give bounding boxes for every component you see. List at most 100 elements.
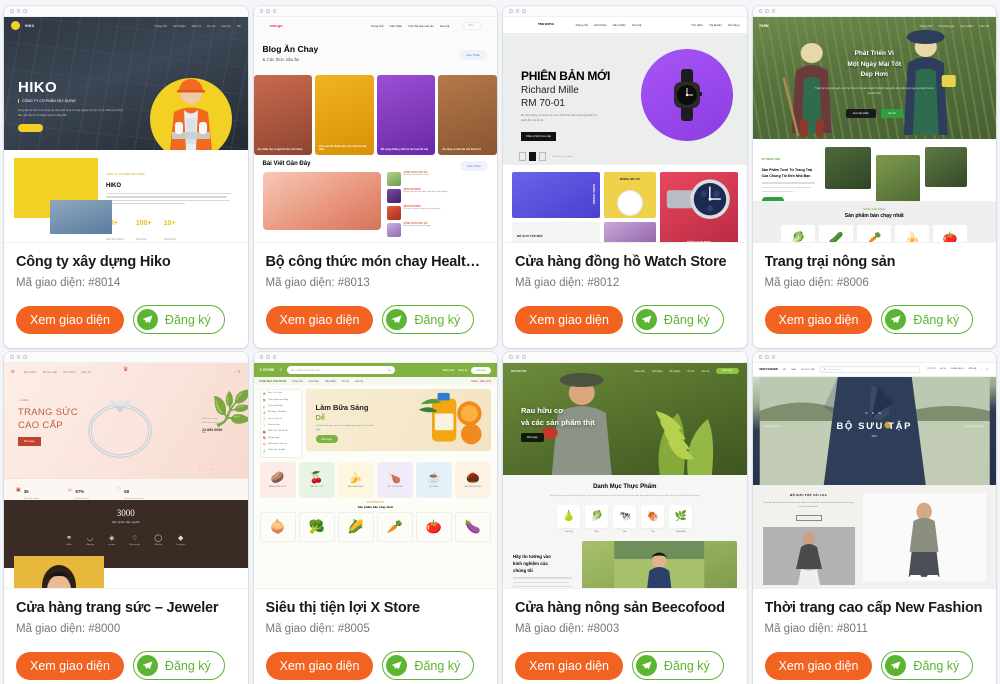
nav-link[interactable]: Trang chủ xyxy=(292,380,303,383)
product-tile[interactable]: 🧅 xyxy=(259,511,296,542)
search-input[interactable]: 🔍 Tìm sản phẩm xyxy=(819,366,921,373)
heart-icon[interactable]: ♡ xyxy=(980,368,982,371)
hero-cta-button[interactable]: Mua ngay xyxy=(18,437,41,446)
template-thumbnail[interactable]: FARM Trang chủ Về chúng tôi Sản phẩm Liê… xyxy=(752,6,996,243)
sidebar-item[interactable]: 🌾 Thực phẩm khô xyxy=(263,405,299,409)
template-card[interactable]: HIKO Trang chủ Giới thiệu Dịch vụ Dự án … xyxy=(4,6,248,348)
banner-cta-button[interactable]: Mua ngay xyxy=(315,435,338,443)
hero-cta-button[interactable]: Khám phá bộ sưu tập xyxy=(521,131,556,141)
register-button[interactable]: Đăng ký xyxy=(881,305,974,334)
template-thumbnail[interactable]: X STORE ☰ Bạn muốn mua gì hôm nay... 🔍 Đ… xyxy=(253,352,497,589)
nav-link[interactable]: Giới thiệu xyxy=(309,380,319,383)
hero-cta-button[interactable]: Mua ngay xyxy=(521,433,544,442)
food-tile[interactable]: Các món ăn thanh đạm cho mùa hè mát lành xyxy=(315,75,374,155)
cart-icon[interactable]: 🛒 xyxy=(986,368,989,371)
cart-button[interactable]: Giỏ hàng xyxy=(471,366,491,374)
sidebar-item[interactable]: 🥤 Đồ uống - Giải khát xyxy=(263,411,299,415)
view-demo-button[interactable]: Xem giao diện xyxy=(265,305,374,334)
login-link[interactable]: Đăng nhập xyxy=(443,369,455,372)
product-tile[interactable]: 🌽 xyxy=(337,511,374,542)
sidebar-item[interactable]: 🧴 Chăm sóc cá nhân xyxy=(263,449,299,453)
register-button[interactable]: Đăng ký xyxy=(132,305,225,334)
food-tile[interactable]: Ăn nhiều rau củ quả tốt cho sức khoẻ xyxy=(253,75,313,155)
sidebar-item[interactable]: 🥛 Sữa các loại xyxy=(263,423,299,427)
nav-link[interactable]: Sản phẩm xyxy=(325,380,336,383)
view-demo-button[interactable]: Xem giao diện xyxy=(16,305,124,334)
lookbook-image-female[interactable] xyxy=(762,526,855,585)
nav-link[interactable]: BỘ SƯU TẬP xyxy=(801,369,815,371)
section-cta-button[interactable]: Xem Thêm xyxy=(460,161,488,171)
product-tile[interactable]: 🥒 xyxy=(819,225,854,242)
template-thumbnail[interactable]: NEW FASHION NỮ NAM BỘ SƯU TẬP 🔍 Tìm sản … xyxy=(752,352,996,589)
category-tile[interactable]: 🥔 BÁNH MÌ NGŨ CỐC xyxy=(259,461,296,498)
hero-cta-button[interactable]: Xem Thêm xyxy=(459,50,487,60)
product-tile[interactable]: 🍌 xyxy=(895,225,930,242)
sidebar-item[interactable]: 🍳 Đồ gia dụng xyxy=(263,436,299,440)
list-item[interactable]: CÔNG THỨC NẤU ĂN Ăn chay và bảng tiêu ch… xyxy=(386,172,489,186)
view-demo-button[interactable]: Xem giao diện xyxy=(16,651,124,680)
product-tile[interactable]: 🥬 xyxy=(781,225,816,242)
product-tile[interactable]: 🍅 xyxy=(933,225,968,242)
category-item[interactable]: 🍖 Thịt xyxy=(641,505,665,533)
template-thumbnail[interactable]: BEECOFOOD Trang chủ Giới thiệu Sản phẩm … xyxy=(503,352,747,589)
cart-icon[interactable]: ♡ ☰ xyxy=(234,370,240,374)
template-card[interactable]: BEECOFOOD Trang chủ Giới thiệu Sản phẩm … xyxy=(503,352,747,684)
category-item[interactable]: ◡ Vòng tay xyxy=(86,534,94,546)
product-tile[interactable]: 🍆 xyxy=(454,511,491,542)
category-tile-featured[interactable]: DÀNH CHO NAM xyxy=(660,172,738,242)
category-tile[interactable]: 🌰 HẠT DINH DƯỠNG xyxy=(454,461,491,498)
product-tile[interactable]: 🥕 xyxy=(857,225,892,242)
search-icon[interactable]: 🔍 xyxy=(388,369,391,372)
category-tile[interactable] xyxy=(604,221,656,242)
category-item[interactable]: 🥬 Rau xyxy=(585,505,609,533)
product-tile[interactable]: 🍅 xyxy=(415,511,452,542)
register-button[interactable]: Đăng ký xyxy=(382,305,475,334)
nav-link[interactable]: Liên hệ xyxy=(355,380,363,383)
food-tile[interactable]: Bổ sung dưỡng chất từ các loại trái cây xyxy=(376,75,436,155)
sidebar-item[interactable]: 🥬 Rau - Củ - Quả xyxy=(263,392,299,396)
category-item[interactable]: ◈ Khuyên xyxy=(108,534,115,546)
template-card[interactable]: X STORE ☰ Bạn muốn mua gì hôm nay... 🔍 Đ… xyxy=(253,352,497,684)
template-card[interactable]: NEW FASHION NỮ NAM BỘ SƯU TẬP 🔍 Tìm sản … xyxy=(752,352,996,684)
view-demo-button[interactable]: Xem giao diện xyxy=(764,651,873,680)
register-button[interactable]: Đăng ký xyxy=(881,651,974,680)
category-tile[interactable]: SANG TRỌNG xyxy=(512,172,600,218)
category-item[interactable]: 🌿 Thảo Mộc xyxy=(669,505,693,533)
register-button[interactable]: Đăng ký xyxy=(631,305,724,334)
promo-banner[interactable]: Làm Bữa Sáng Dễ Tiết kiệm thời gian với … xyxy=(305,389,491,451)
template-thumbnail[interactable]: HIKO Trang chủ Giới thiệu Dịch vụ Dự án … xyxy=(4,6,248,243)
category-item[interactable]: 🍐 Trái Cây xyxy=(557,505,581,533)
hero-pager[interactable]: Xem tất cả sản phẩm xyxy=(519,152,573,161)
register-button[interactable]: Đăng ký xyxy=(631,651,724,680)
hero-cta-button[interactable] xyxy=(18,124,43,132)
search-input[interactable]: Tìm... xyxy=(462,21,481,30)
food-tile[interactable]: Ăn chay có đem lại sức khoẻ tốt xyxy=(438,75,497,155)
category-item[interactable]: ♢ Dây chuyền xyxy=(129,534,140,546)
featured-post-image[interactable] xyxy=(262,172,381,230)
category-tile[interactable]: 🍗 THỊT TƯƠI SỐNG xyxy=(376,461,413,498)
view-demo-button[interactable]: Xem giao diện xyxy=(764,305,873,334)
register-link[interactable]: Đăng ký xyxy=(459,369,468,372)
template-thumbnail[interactable]: TIME WATCH Trang chủ Giới thiệu Sản phẩm… xyxy=(503,6,747,243)
section-cta-button[interactable] xyxy=(795,514,822,521)
search-input[interactable]: Bạn muốn mua gì hôm nay... 🔍 xyxy=(287,366,396,374)
category-menu-label[interactable]: DANH MỤC SẢN PHẨM xyxy=(260,380,286,383)
category-item[interactable]: ⚭ Nhẫn xyxy=(66,534,72,546)
sidebar-item[interactable]: 🍪 Bánh kẹo - Đồ ăn vặt xyxy=(263,430,299,434)
register-button[interactable]: Đăng ký xyxy=(132,651,225,680)
product-tile[interactable]: 🥦 xyxy=(298,511,335,542)
view-demo-button[interactable]: Xem giao diện xyxy=(515,305,623,334)
category-tile[interactable]: BỘ SƯU TẬP MỚI xyxy=(512,221,600,242)
category-tile[interactable]: 🍌 RAU XANH SẠCH xyxy=(337,461,374,498)
template-thumbnail[interactable]: mango Trang chủ Giới thiệu Các thể loại … xyxy=(253,6,497,243)
template-thumbnail[interactable]: ☰ Sản phẩm Bộ sưu tập Giới thiệu Liên hệ… xyxy=(4,352,248,589)
register-button[interactable]: Đăng ký xyxy=(382,651,475,680)
list-item[interactable]: MÓN PHỔ BIẾN Các món chay cho người trẻ … xyxy=(386,206,489,220)
product-tile[interactable]: 🥕 xyxy=(376,511,413,542)
carousel-arrows[interactable]: ←→ xyxy=(198,466,220,472)
nav-cta-button[interactable]: Mua ngay xyxy=(716,368,739,374)
nav-link[interactable]: NAM xyxy=(791,369,796,371)
template-card[interactable]: ☰ Sản phẩm Bộ sưu tập Giới thiệu Liên hệ… xyxy=(4,352,248,684)
menu-icon[interactable]: ☰ xyxy=(279,368,282,372)
sidebar-item[interactable]: 🧂 Gia vị - Dầu ăn xyxy=(263,417,299,421)
